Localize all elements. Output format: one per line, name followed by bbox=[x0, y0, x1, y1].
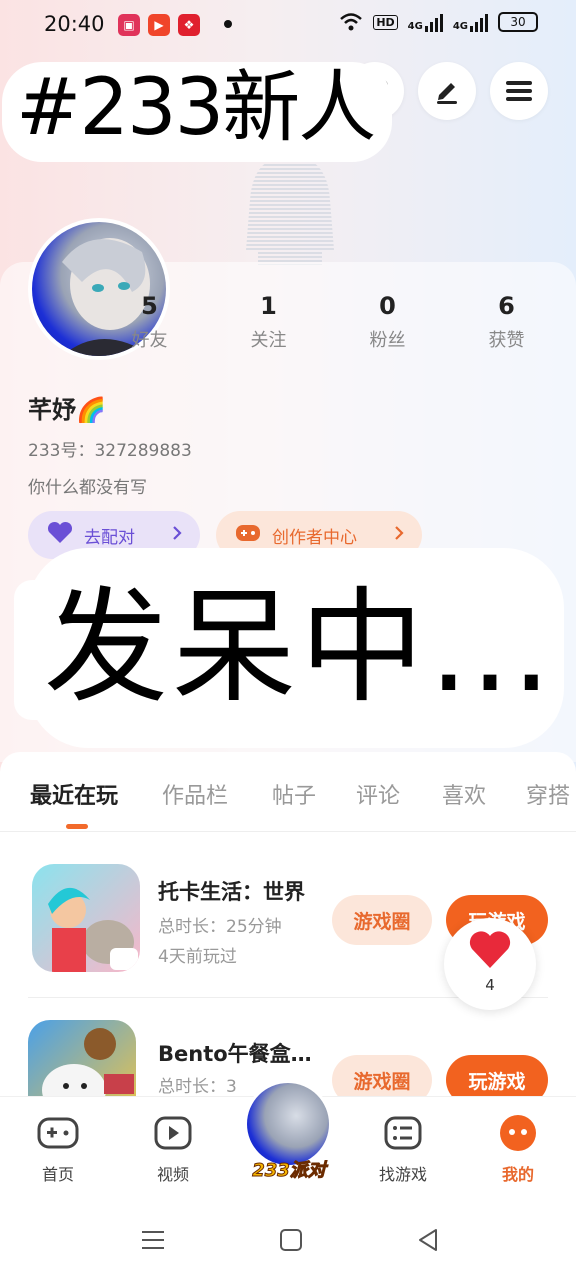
nav-find-label: 找游戏 bbox=[378, 1165, 427, 1184]
sticker-idle: 发呆中… bbox=[28, 548, 564, 748]
more-notifications-dot bbox=[224, 20, 232, 28]
gift-app-icon: ❖ bbox=[178, 14, 200, 36]
stat-label: 粉丝 bbox=[369, 330, 406, 351]
notification-icons: ▣ ▶ ❖ bbox=[118, 14, 200, 36]
stat-value: 5 bbox=[141, 292, 158, 320]
stat-fans[interactable]: 0 粉丝 bbox=[328, 292, 447, 352]
video-app-icon: ▶ bbox=[148, 14, 170, 36]
signal-2: 4G bbox=[453, 12, 488, 32]
active-tab-indicator bbox=[66, 824, 88, 829]
smile-face-icon bbox=[496, 1113, 540, 1153]
list-outline-icon bbox=[381, 1113, 425, 1153]
sticker-newbie: #233新人 bbox=[2, 62, 393, 162]
play-outline-icon bbox=[151, 1113, 195, 1153]
tab-likes[interactable]: 喜欢 bbox=[442, 778, 486, 810]
game-circle-button[interactable]: 游戏圈 bbox=[332, 895, 432, 945]
nav-video-label: 视频 bbox=[156, 1165, 189, 1184]
game-duration: 总时长：3 bbox=[158, 1077, 237, 1097]
floating-like-button[interactable]: 4 bbox=[444, 918, 536, 1010]
creator-button-label: 创作者中心 bbox=[272, 527, 357, 548]
match-button-label: 去配对 bbox=[84, 527, 135, 548]
system-nav-bar bbox=[0, 1202, 576, 1280]
back-triangle-icon[interactable] bbox=[416, 1227, 440, 1253]
menu-button[interactable] bbox=[490, 62, 548, 120]
hamburger-icon bbox=[506, 81, 532, 101]
tab-outfits[interactable]: 穿搭 bbox=[526, 778, 570, 810]
heart-icon bbox=[469, 931, 511, 968]
game-last-played: 4天前玩过 bbox=[158, 947, 237, 967]
game-title: Bento午餐盒… bbox=[158, 1042, 312, 1066]
toca-life-game-icon[interactable] bbox=[32, 864, 140, 972]
wifi-icon bbox=[340, 13, 363, 31]
tab-works[interactable]: 作品栏 bbox=[162, 778, 228, 810]
signal-1: 4G bbox=[408, 12, 443, 32]
heart-match-icon bbox=[46, 521, 74, 550]
stat-likes[interactable]: 6 获赞 bbox=[447, 292, 566, 352]
stat-label: 获赞 bbox=[488, 330, 525, 351]
nav-video[interactable]: 视频 bbox=[133, 1113, 213, 1185]
gamepad-outline-icon bbox=[36, 1113, 80, 1153]
nav-party-avatar[interactable] bbox=[244, 1080, 332, 1168]
nav-home[interactable]: 首页 bbox=[18, 1113, 98, 1185]
nav-find-games[interactable]: 找游戏 bbox=[363, 1113, 443, 1185]
status-time: 20:40 bbox=[44, 12, 105, 36]
profile-tabs: 最近在玩 作品栏 帖子 评论 喜欢 穿搭 bbox=[0, 752, 576, 832]
stat-following[interactable]: 1 关注 bbox=[209, 292, 328, 352]
hd-badge: HD bbox=[373, 14, 398, 30]
pen-icon bbox=[437, 83, 457, 104]
signal-icon bbox=[470, 12, 488, 32]
stat-friends[interactable]: 5 好友 bbox=[90, 292, 209, 352]
signal-icon bbox=[424, 12, 443, 32]
game-title: 托卡生活：世界 bbox=[158, 880, 305, 904]
nav-party-label[interactable]: 233派对 bbox=[244, 1156, 334, 1182]
edit-profile-button[interactable] bbox=[418, 62, 476, 120]
home-square-icon[interactable] bbox=[279, 1228, 303, 1252]
notification-app-icon: ▣ bbox=[118, 14, 140, 36]
tab-comments[interactable]: 评论 bbox=[356, 778, 400, 810]
tab-posts[interactable]: 帖子 bbox=[272, 778, 316, 810]
recent-apps-icon[interactable] bbox=[140, 1228, 166, 1252]
username: 芊妤🌈 bbox=[28, 396, 106, 424]
battery-indicator: 30 bbox=[498, 12, 538, 32]
status-right: HD 4G 4G 30 bbox=[339, 12, 538, 32]
user-id[interactable]: 233号：327289883 bbox=[28, 436, 192, 461]
status-bar: 20:40 ▣ ▶ ❖ HD 4G 4G 30 bbox=[0, 0, 576, 52]
chevron-right-icon bbox=[394, 525, 404, 546]
stat-value: 0 bbox=[379, 292, 396, 320]
nav-me-label: 我的 bbox=[501, 1165, 534, 1184]
tab-recent-played[interactable]: 最近在玩 bbox=[30, 778, 118, 810]
user-bio[interactable]: 你什么都没有写 bbox=[28, 473, 147, 498]
game-duration: 总时长：25分钟 bbox=[158, 917, 282, 937]
chevron-right-icon bbox=[172, 525, 182, 546]
stat-value: 1 bbox=[260, 292, 277, 320]
gamepad-icon bbox=[234, 521, 262, 550]
stat-value: 6 bbox=[498, 292, 515, 320]
profile-stats: 5 好友 1 关注 0 粉丝 6 获赞 bbox=[90, 292, 566, 352]
like-count: 4 bbox=[485, 976, 495, 994]
nav-home-label: 首页 bbox=[41, 1165, 74, 1184]
stat-label: 关注 bbox=[250, 330, 287, 351]
nav-me[interactable]: 我的 bbox=[478, 1113, 558, 1185]
stat-label: 好友 bbox=[131, 330, 168, 351]
